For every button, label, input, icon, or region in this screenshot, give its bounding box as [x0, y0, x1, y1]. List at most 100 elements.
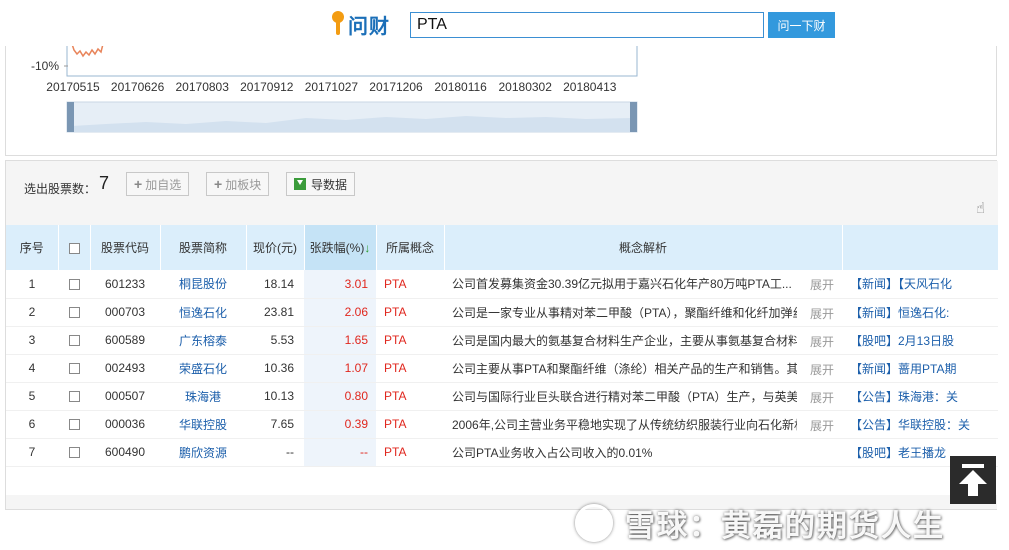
row-checkbox[interactable]	[68, 419, 80, 431]
row-index: 7	[6, 438, 58, 467]
table-row[interactable]: 5 000507 珠海港 10.13 0.80 PTA 公司与国际行业巨头联合进行精对苯二甲…	[6, 382, 998, 411]
concept-analysis-cell: 公司主要从事PTA和聚酯纤维（涤纶）相关产品的生产和销售。其中主... 展开	[444, 354, 842, 383]
col-header-concept[interactable]: 所属概念	[376, 225, 445, 270]
related-news-link[interactable]: 【新闻】蔷用PTA期	[842, 354, 998, 383]
search-button[interactable]: 问一下财	[768, 12, 835, 38]
stock-code: 600490	[90, 438, 160, 467]
concept-analysis-cell: 公司是一家专业从事精对苯二甲酸（PTA），聚酯纤维和化纤加弹丝相... 展开	[444, 298, 842, 327]
watermark-text: 雪球：黄磊的期货人生	[625, 510, 945, 543]
related-news-link[interactable]: 【新闻】【天风石化	[842, 270, 998, 299]
row-checkbox[interactable]	[68, 335, 80, 347]
col-header-select[interactable]	[58, 225, 91, 270]
row-select-cell[interactable]	[58, 326, 90, 355]
export-data-button[interactable]: 导数据	[286, 172, 356, 196]
row-index: 5	[6, 382, 58, 411]
back-to-top-button[interactable]	[950, 456, 996, 504]
x-tick-labels: 20170515 20170626 20170803 20170912 20171027…	[46, 80, 617, 94]
table-row[interactable]: 1 601233 桐昆股份 18.14 3.01 PTA 公司首发募集资金30.39亿元拟用…	[6, 270, 998, 299]
navigator-left-handle[interactable]	[67, 102, 74, 132]
table-row[interactable]: 4 002493 荣盛石化 10.36 1.07 PTA 公司主要从事PTA和聚酯纤维（涤纶…	[6, 354, 998, 383]
row-checkbox[interactable]	[68, 391, 80, 403]
row-select-cell[interactable]	[58, 410, 90, 439]
expand-link[interactable]: 展开	[810, 389, 834, 406]
change-percent: 3.01	[304, 270, 376, 299]
row-select-cell[interactable]	[58, 438, 90, 467]
result-count-label: 选出股票数：	[24, 182, 97, 196]
concept-analysis: 2006年,公司主营业务平稳地实现了从传统纺织服装行业向石化新材...	[452, 417, 797, 432]
row-index: 4	[6, 354, 58, 383]
concept-analysis: 公司与国际行业巨头联合进行精对苯二甲酸（PTA）生产，与英美石油...	[452, 389, 797, 404]
concept-analysis: 公司主要从事PTA和聚酯纤维（涤纶）相关产品的生产和销售。其中主...	[452, 361, 797, 376]
change-percent: 0.39	[304, 410, 376, 439]
table-row[interactable]: 6 000036 华联控股 7.65 0.39 PTA 2006年,公司主营业务平稳地实现了…	[6, 410, 998, 439]
stock-code: 000507	[90, 382, 160, 411]
concept-tag: PTA	[376, 410, 444, 439]
row-checkbox[interactable]	[68, 363, 80, 375]
add-watchlist-button[interactable]: + 加自选	[126, 172, 190, 196]
row-index: 3	[6, 326, 58, 355]
top-search-bar: 问财 问一下财	[0, 0, 1009, 46]
x-tick-label: 20180413	[563, 80, 617, 94]
plus-icon: +	[214, 176, 223, 192]
change-percent: 1.07	[304, 354, 376, 383]
current-price: 7.65	[246, 410, 304, 439]
concept-analysis-cell: 公司是国内最大的氨基复合材料生产企业，主要从事氨基复合材料、苯酐... 展开	[444, 326, 842, 355]
results-panel: 选出股票数： 7 + 加自选 + 加板块 导数据 ☝ 序号 股票代码 股票简称 …	[5, 160, 998, 510]
export-data-label: 导数据	[311, 177, 348, 192]
search-input[interactable]	[410, 12, 764, 38]
expand-link[interactable]: 展开	[810, 361, 834, 378]
result-count-value: 7	[99, 173, 110, 193]
wencai-logo[interactable]: 问财	[330, 9, 390, 39]
row-checkbox[interactable]	[68, 307, 80, 319]
expand-link[interactable]: 展开	[810, 333, 834, 350]
stock-code: 000703	[90, 298, 160, 327]
stock-name-link[interactable]: 华联控股	[160, 410, 246, 439]
col-header-price[interactable]: 现价(元)	[246, 225, 305, 270]
stock-name-link[interactable]: 广东榕泰	[160, 326, 246, 355]
col-header-analysis[interactable]: 概念解析	[444, 225, 843, 270]
row-checkbox[interactable]	[68, 447, 80, 459]
table-row[interactable]: 3 600589 广东榕泰 5.53 1.65 PTA 公司是国内最大的氨基复合材料生产企业…	[6, 326, 998, 355]
current-price: 18.14	[246, 270, 304, 299]
add-watchlist-label: 加自选	[145, 177, 182, 192]
stock-name-link[interactable]: 珠海港	[160, 382, 246, 411]
navigator-right-handle[interactable]	[630, 102, 637, 132]
row-select-cell[interactable]	[58, 382, 90, 411]
xueqiu-logo-icon	[575, 504, 613, 542]
download-icon	[294, 178, 306, 190]
y-tick-label: -10%	[31, 59, 59, 73]
col-header-change[interactable]: 张跌幅(%)↓	[304, 225, 377, 270]
stock-code: 600589	[90, 326, 160, 355]
related-news-link[interactable]: 【新闻】恒逸石化:	[842, 298, 998, 327]
add-sector-button[interactable]: + 加板块	[206, 172, 270, 196]
row-select-cell[interactable]	[58, 354, 90, 383]
concept-tag: PTA	[376, 270, 444, 299]
arrow-up-icon	[959, 470, 987, 484]
table-row[interactable]: 7 600490 鹏欣资源 -- -- PTA 公司PTA业务收入占公司收入的0.01% 【股…	[6, 438, 998, 467]
stock-name-link[interactable]: 恒逸石化	[160, 298, 246, 327]
concept-tag: PTA	[376, 298, 444, 327]
col-header-code[interactable]: 股票代码	[90, 225, 161, 270]
price-chart-panel: -10% 20170515 20170626 20170803 20170912 201…	[5, 46, 997, 156]
col-header-name[interactable]: 股票简称	[160, 225, 247, 270]
concept-analysis: 公司是国内最大的氨基复合材料生产企业，主要从事氨基复合材料、苯酐...	[452, 333, 797, 348]
expand-link[interactable]: 展开	[810, 276, 834, 293]
related-news-link[interactable]: 【公告】华联控股：关	[842, 410, 998, 439]
current-price: --	[246, 438, 304, 467]
row-select-cell[interactable]	[58, 270, 90, 299]
stock-name-link[interactable]: 荣盛石化	[160, 354, 246, 383]
row-select-cell[interactable]	[58, 298, 90, 327]
col-header-index[interactable]: 序号	[6, 225, 59, 270]
related-news-link[interactable]: 【公告】珠海港：关	[842, 382, 998, 411]
stock-name-link[interactable]: 鹏欣资源	[160, 438, 246, 467]
expand-link[interactable]: 展开	[810, 417, 834, 434]
results-table-wrap: 序号 股票代码 股票简称 现价(元) 张跌幅(%)↓ 所属概念 概念解析 1 60…	[6, 225, 998, 495]
row-checkbox[interactable]	[68, 279, 80, 291]
thumbs-up-icon[interactable]: ☝	[976, 199, 996, 217]
concept-analysis-cell: 公司与国际行业巨头联合进行精对苯二甲酸（PTA）生产，与英美石油... 展开	[444, 382, 842, 411]
related-news-link[interactable]: 【股吧】2月13日股	[842, 326, 998, 355]
expand-link[interactable]: 展开	[810, 305, 834, 322]
stock-name-link[interactable]: 桐昆股份	[160, 270, 246, 299]
table-row[interactable]: 2 000703 恒逸石化 23.81 2.06 PTA 公司是一家专业从事精对苯二甲酸（P…	[6, 298, 998, 327]
select-all-checkbox[interactable]	[68, 242, 80, 254]
